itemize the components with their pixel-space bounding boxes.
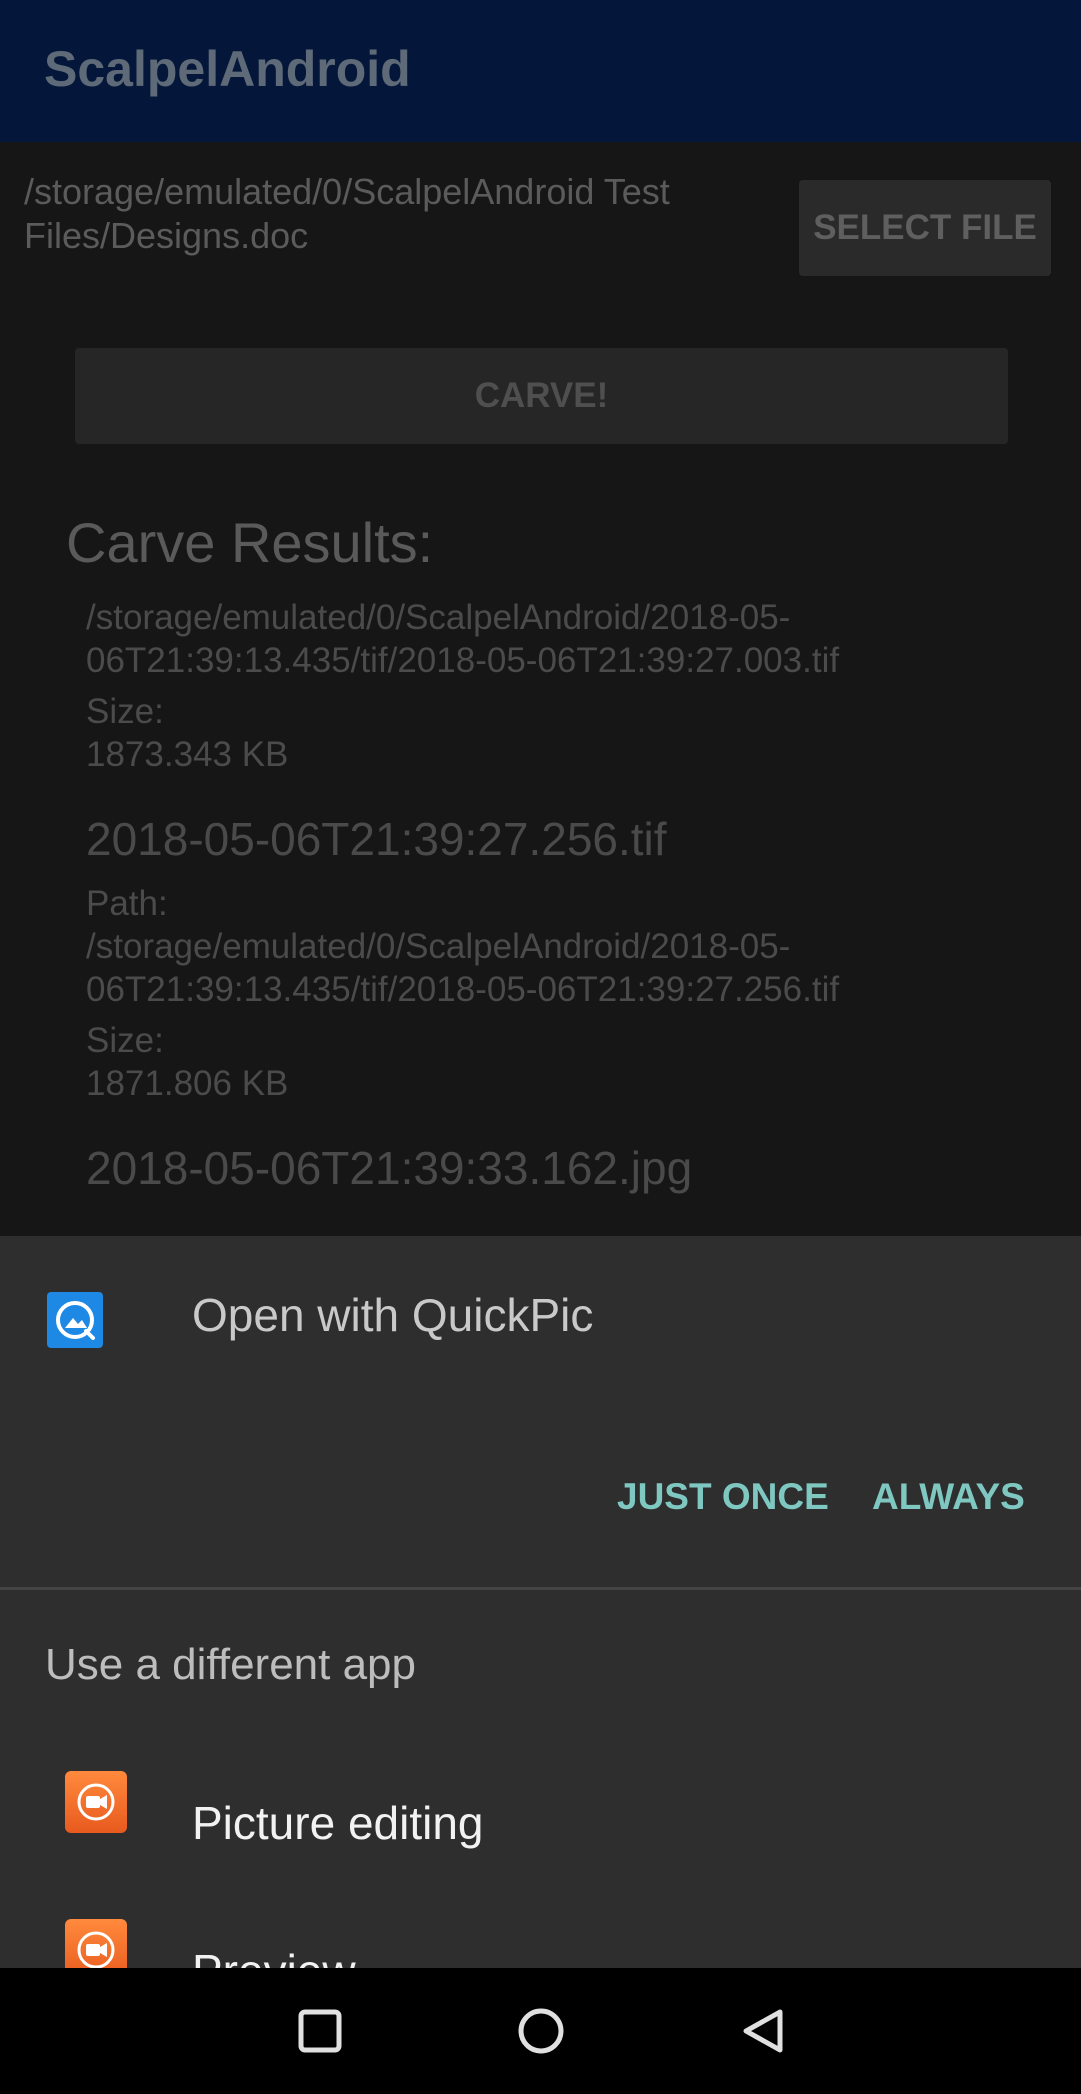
open-with-title: Open with QuickPic — [192, 1289, 594, 1341]
app-bar: ScalpelAndroid — [0, 0, 1081, 142]
result-size-label: Size: — [86, 692, 164, 731]
app-option-preview[interactable]: Preview — [0, 1904, 1081, 1968]
camera-icon — [65, 1919, 127, 1968]
result-size-value: 1871.806 KB — [86, 1064, 289, 1103]
app-option-picture-editing[interactable]: Picture editing — [0, 1756, 1081, 1876]
result-path-label: Path: — [86, 884, 168, 923]
app-option-label: Picture editing — [192, 1797, 484, 1849]
result-size-value: 1873.343 KB — [86, 735, 289, 774]
home-icon[interactable] — [516, 2006, 566, 2056]
divider — [0, 1587, 1081, 1590]
recents-icon[interactable] — [295, 2006, 345, 2056]
camera-icon — [65, 1771, 127, 1833]
app-title: ScalpelAndroid — [44, 41, 411, 97]
always-button[interactable]: ALWAYS — [872, 1476, 1025, 1518]
result-size-label: Size: — [86, 1021, 164, 1060]
open-with-sheet: Open with QuickPic JUST ONCE ALWAYS Use … — [0, 1236, 1081, 1968]
carve-button[interactable]: CARVE! — [75, 348, 1008, 444]
main-content: /storage/emulated/0/ScalpelAndroid Test … — [0, 142, 1081, 1236]
carve-results-list[interactable]: /storage/emulated/0/ScalpelAndroid/2018-… — [86, 598, 1046, 1211]
result-item-title[interactable]: 2018-05-06T21:39:27.256.tif — [86, 812, 1046, 866]
carve-results-heading: Carve Results: — [66, 511, 434, 574]
result-path-line: /storage/emulated/0/ScalpelAndroid/2018-… — [86, 598, 791, 637]
select-file-button[interactable]: SELECT FILE — [799, 180, 1051, 276]
use-different-app-label: Use a different app — [45, 1640, 416, 1689]
result-path-line: 06T21:39:13.435/tif/2018-05-06T21:39:27.… — [86, 641, 840, 680]
result-path-line: 06T21:39:13.435/tif/2018-05-06T21:39:27.… — [86, 970, 840, 1009]
navigation-bar — [0, 1968, 1081, 2094]
result-item-title[interactable]: 2018-05-06T21:39:33.162.jpg — [86, 1141, 1046, 1195]
quickpic-icon — [47, 1292, 103, 1348]
just-once-button[interactable]: JUST ONCE — [617, 1476, 829, 1518]
result-path-line: /storage/emulated/0/ScalpelAndroid/2018-… — [86, 927, 791, 966]
selected-file-path: /storage/emulated/0/ScalpelAndroid Test … — [24, 171, 670, 256]
app-option-label: Preview — [192, 1944, 356, 1968]
back-icon[interactable] — [738, 2006, 788, 2056]
